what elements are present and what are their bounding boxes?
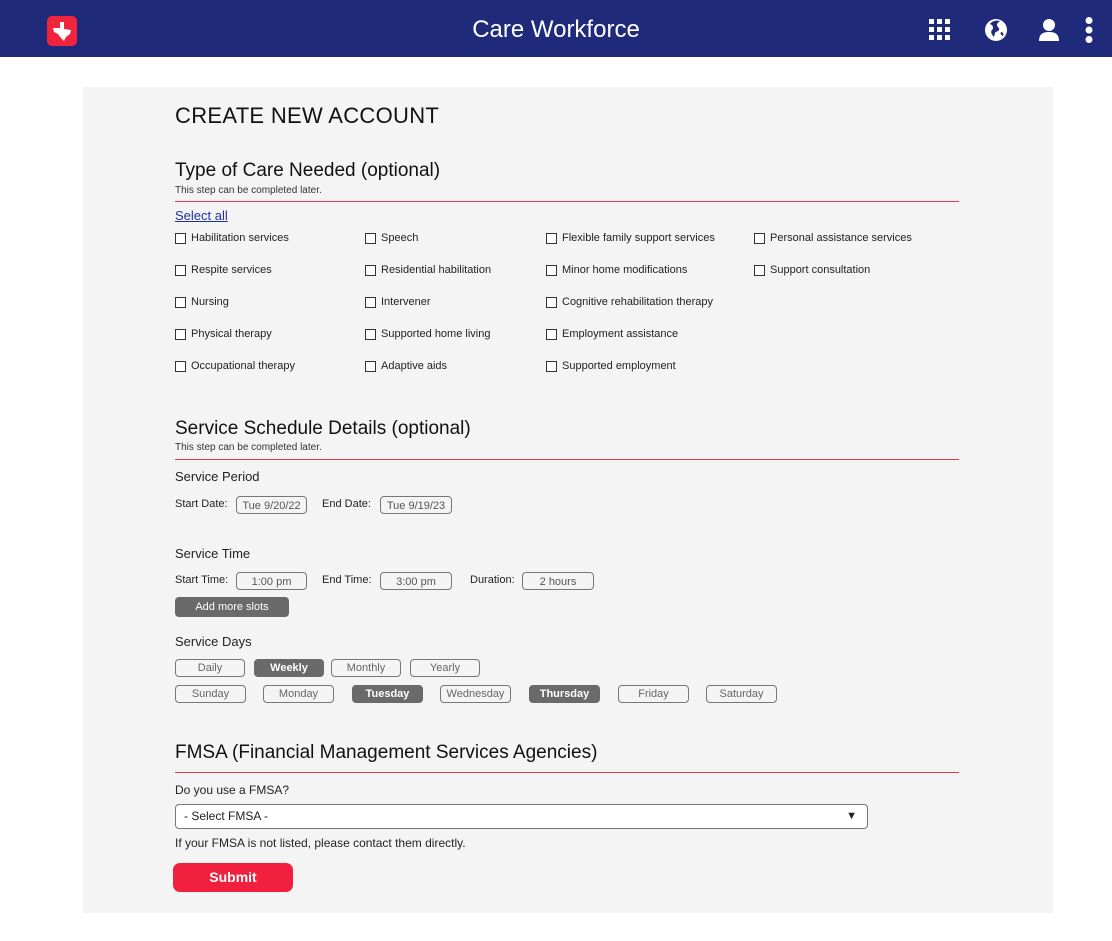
- checkbox[interactable]: [175, 232, 186, 244]
- day-thursday-button[interactable]: Thursday: [529, 685, 600, 703]
- care-section-divider: [175, 201, 959, 202]
- care-section-title: Type of Care Needed (optional): [175, 160, 441, 181]
- fmsa-section-title: FMSA (Financial Management Services Agen…: [175, 742, 598, 763]
- care-option[interactable]: Adaptive aids: [365, 360, 447, 372]
- end-time-label: End Time:: [322, 574, 372, 586]
- checkbox[interactable]: [175, 296, 186, 308]
- start-time-field[interactable]: 1:00 pm: [236, 572, 307, 590]
- care-option[interactable]: Personal assistance services: [754, 232, 912, 244]
- care-option-label: Intervener: [381, 296, 431, 308]
- day-wednesday-button[interactable]: Wednesday: [440, 685, 511, 703]
- service-time-label: Service Time: [175, 546, 251, 561]
- frequency-weekly-button[interactable]: Weekly: [254, 659, 324, 677]
- care-option-label: Flexible family support services: [562, 232, 715, 244]
- end-time-field[interactable]: 3:00 pm: [380, 572, 452, 590]
- care-section-subtitle: This step can be completed later.: [175, 185, 322, 196]
- submit-button[interactable]: Submit: [173, 863, 293, 892]
- checkbox[interactable]: [175, 264, 186, 276]
- care-option-label: Occupational therapy: [191, 360, 295, 372]
- user-icon[interactable]: [1039, 19, 1059, 46]
- frequency-daily-button[interactable]: Daily: [175, 659, 245, 677]
- duration-field[interactable]: 2 hours: [522, 572, 594, 590]
- care-option-label: Nursing: [191, 296, 229, 308]
- schedule-section-divider: [175, 459, 959, 460]
- checkbox[interactable]: [754, 232, 765, 244]
- fmsa-select-value: - Select FMSA -: [184, 809, 269, 823]
- checkbox[interactable]: [365, 296, 376, 308]
- checkbox[interactable]: [365, 328, 376, 340]
- dropdown-arrow-icon: ▼: [846, 810, 857, 822]
- service-days-label: Service Days: [175, 634, 252, 649]
- care-option[interactable]: Residential habilitation: [365, 264, 491, 276]
- care-option-label: Habilitation services: [191, 232, 289, 244]
- schedule-section-title: Service Schedule Details (optional): [175, 418, 471, 439]
- checkbox[interactable]: [546, 296, 557, 308]
- care-option-label: Physical therapy: [191, 328, 272, 340]
- start-time-label: Start Time:: [175, 574, 229, 586]
- care-option[interactable]: Respite services: [175, 264, 272, 276]
- end-date-label: End Date:: [322, 498, 371, 510]
- fmsa-select[interactable]: - Select FMSA - ▼: [175, 804, 868, 829]
- care-option-label: Speech: [381, 232, 419, 244]
- care-option[interactable]: Supported employment: [546, 360, 676, 372]
- checkbox[interactable]: [175, 328, 186, 340]
- start-date-label: Start Date:: [175, 498, 228, 510]
- care-option-label: Minor home modifications: [562, 264, 688, 276]
- care-option[interactable]: Employment assistance: [546, 328, 678, 340]
- checkbox[interactable]: [546, 232, 557, 244]
- care-option-label: Respite services: [191, 264, 272, 276]
- care-option[interactable]: Support consultation: [754, 264, 870, 276]
- schedule-section-subtitle: This step can be completed later.: [175, 442, 322, 453]
- select-all-link[interactable]: Select all: [175, 208, 228, 223]
- care-option[interactable]: Intervener: [365, 296, 431, 308]
- checkbox[interactable]: [546, 264, 557, 276]
- care-option-label: Supported employment: [562, 360, 676, 372]
- care-option[interactable]: Speech: [365, 232, 418, 244]
- care-option[interactable]: Flexible family support services: [546, 232, 715, 244]
- fmsa-section-divider: [175, 772, 959, 773]
- end-date-field[interactable]: Tue 9/19/23: [380, 496, 452, 514]
- care-option-label: Employment assistance: [562, 328, 679, 340]
- fmsa-help-text: If your FMSA is not listed, please conta…: [175, 836, 466, 850]
- care-option-label: Adaptive aids: [381, 360, 448, 372]
- globe-icon[interactable]: [985, 19, 1007, 46]
- page-title: CREATE NEW ACCOUNT: [175, 103, 440, 128]
- care-option[interactable]: Nursing: [175, 296, 229, 308]
- care-option-label: Supported home living: [381, 328, 491, 340]
- day-sunday-button[interactable]: Sunday: [175, 685, 246, 703]
- checkbox[interactable]: [754, 264, 765, 276]
- frequency-yearly-button[interactable]: Yearly: [410, 659, 480, 677]
- care-option[interactable]: Supported home living: [365, 328, 490, 340]
- frequency-monthly-button[interactable]: Monthly: [331, 659, 401, 677]
- day-monday-button[interactable]: Monday: [263, 685, 334, 703]
- day-saturday-button[interactable]: Saturday: [706, 685, 777, 703]
- start-date-field[interactable]: Tue 9/20/22: [236, 496, 307, 514]
- add-more-slots-button[interactable]: Add more slots: [175, 597, 289, 617]
- care-option[interactable]: Cognitive rehabilitation therapy: [546, 296, 713, 308]
- checkbox[interactable]: [365, 232, 376, 244]
- checkbox[interactable]: [175, 360, 186, 372]
- duration-label: Duration:: [470, 574, 515, 586]
- top-bar: Care Workforce: [0, 0, 1112, 57]
- service-period-label: Service Period: [175, 469, 260, 484]
- care-option-label: Support consultation: [770, 264, 871, 276]
- checkbox[interactable]: [546, 360, 557, 372]
- day-friday-button[interactable]: Friday: [618, 685, 689, 703]
- checkbox[interactable]: [365, 264, 376, 276]
- apps-grid-icon[interactable]: [929, 19, 950, 45]
- care-option[interactable]: Minor home modifications: [546, 264, 687, 276]
- checkbox[interactable]: [365, 360, 376, 372]
- care-option[interactable]: Habilitation services: [175, 232, 289, 244]
- fmsa-question: Do you use a FMSA?: [175, 783, 290, 797]
- care-option[interactable]: Physical therapy: [175, 328, 272, 340]
- day-tuesday-button[interactable]: Tuesday: [352, 685, 423, 703]
- care-option-label: Residential habilitation: [381, 264, 492, 276]
- care-option-label: Personal assistance services: [770, 232, 912, 244]
- more-vertical-icon[interactable]: [1085, 17, 1093, 48]
- care-option-label: Cognitive rehabilitation therapy: [562, 296, 714, 308]
- checkbox[interactable]: [546, 328, 557, 340]
- care-option[interactable]: Occupational therapy: [175, 360, 295, 372]
